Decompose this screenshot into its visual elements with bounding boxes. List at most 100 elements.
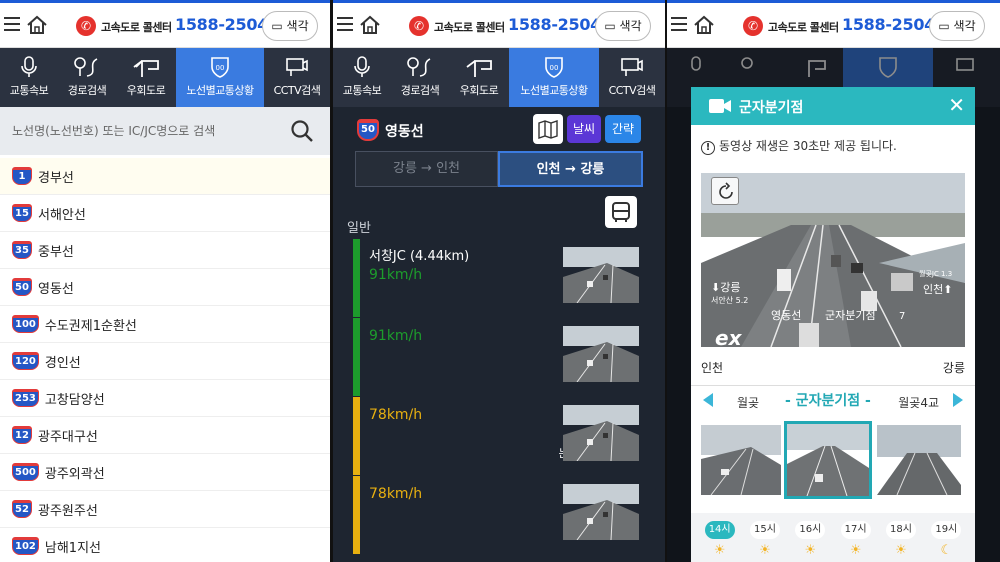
cctv-thumbnail[interactable] — [563, 405, 639, 461]
prev-camera[interactable]: 월곶 — [737, 394, 759, 411]
route-item[interactable]: 102 남해1지선 — [0, 528, 330, 562]
call-center-label: 고속도로 콜센터 — [434, 21, 505, 34]
route-search-bar: 노선명(노선번호) 또는 IC/JC명으로 검색 — [0, 107, 330, 155]
color-vision-button[interactable]: ▭ 색각 — [929, 11, 985, 41]
hour-item[interactable]: 14시 ☀ — [697, 521, 742, 562]
modal-header: 군자분기점 ✕ — [691, 87, 975, 125]
call-center-number[interactable]: 1588-2504 — [175, 15, 268, 34]
direction-toggle: 강릉 → 인천 인천 → 강릉 — [355, 151, 643, 187]
route-item[interactable]: 1 경부선 — [0, 158, 330, 195]
route-icon — [407, 57, 431, 77]
tab-route-search[interactable]: 경로검색 — [391, 48, 449, 107]
tab-route-traffic[interactable]: 00 노선별교통상황 — [176, 48, 264, 107]
direction-incheon-gangneung[interactable]: 인천 → 강릉 — [498, 151, 643, 187]
video-camera-icon — [709, 99, 731, 113]
camera-thumbnail[interactable] — [701, 425, 781, 495]
home-icon[interactable] — [693, 14, 715, 36]
hour-label: 15시 — [749, 521, 780, 539]
close-icon[interactable]: ✕ — [948, 93, 965, 117]
current-camera: - 군자분기점 - — [785, 393, 871, 409]
cctv-thumbnail[interactable] — [563, 484, 639, 540]
cam-number: 7 — [899, 311, 905, 322]
cam-sign-right: 인천⬆ — [923, 282, 952, 296]
congestion-bar — [353, 239, 360, 317]
weather-button[interactable]: 날씨 — [567, 115, 601, 143]
section-label: 일반 — [347, 221, 371, 236]
hour-item[interactable]: 18시 ☀ — [878, 521, 923, 562]
search-icon[interactable] — [290, 119, 314, 143]
tab-detour[interactable]: 우회도로 — [449, 48, 509, 107]
segment-item[interactable]: 78km/h논현교 — [369, 476, 649, 555]
hour-item[interactable]: 15시 ☀ — [742, 521, 787, 562]
route-name: 영동선 — [38, 281, 74, 297]
bus-icon — [612, 202, 630, 222]
cctv-thumbnail[interactable] — [563, 326, 639, 382]
hour-item[interactable]: 19시 ☾ — [924, 521, 969, 562]
route-item[interactable]: 35 중부선 — [0, 232, 330, 269]
call-center-number[interactable]: 1588-2504 — [508, 15, 601, 34]
cctv-thumbnail[interactable] — [563, 247, 639, 303]
route-item[interactable]: 253 고창담양선 — [0, 380, 330, 417]
hour-label: 17시 — [840, 521, 871, 539]
map-button[interactable] — [533, 114, 563, 144]
segment-item[interactable]: 91km/h서창 — [369, 318, 649, 397]
prev-arrow-icon[interactable] — [703, 393, 713, 407]
route-name: 경인선 — [44, 355, 81, 371]
hour-item[interactable]: 17시 ☀ — [833, 521, 878, 562]
home-icon[interactable] — [26, 14, 48, 36]
video-notice: ! 동영상 재생은 30초만 제공 됩니다. — [701, 137, 897, 155]
cctv-modal-screen: ✆ 고속도로 콜센터 1588-2504 ▭ 색각 군자분기점 ✕ ! 동영상 재… — [667, 0, 1000, 562]
microphone-icon — [21, 56, 37, 77]
route-number-shield: 100 — [12, 315, 39, 333]
tab-label: 교통속보 — [9, 84, 49, 97]
route-item[interactable]: 120 경인선 — [0, 343, 330, 380]
tab-route-traffic[interactable]: 00 노선별교통상황 — [509, 48, 599, 107]
next-arrow-icon[interactable] — [953, 393, 963, 407]
camera-thumbnail[interactable] — [877, 425, 961, 495]
cctv-icon — [621, 58, 643, 76]
refresh-button[interactable] — [711, 177, 739, 205]
main-tabs: 교통속보 경로검색 우회도로 00 노선별교통상황 CCTV검색 — [0, 48, 330, 107]
hour-item[interactable]: 16시 ☀ — [788, 521, 833, 562]
cctv-icon — [286, 58, 308, 76]
tab-traffic-news[interactable]: 교통속보 — [0, 48, 58, 107]
route-item[interactable]: 100 수도권제1순환선 — [0, 306, 330, 343]
detour-arrow-icon — [466, 60, 492, 77]
menu-icon[interactable] — [337, 17, 353, 31]
route-item[interactable]: 50 영동선 — [0, 269, 330, 306]
call-center-number[interactable]: 1588-2504 — [842, 15, 935, 34]
next-camera[interactable]: 월곶4교 — [898, 394, 939, 411]
direction-gangneung-incheon[interactable]: 강릉 → 인천 — [355, 151, 498, 187]
summary-button[interactable]: 간략 — [605, 115, 641, 143]
route-item[interactable]: 500 광주외곽선 — [0, 454, 330, 491]
segment-item[interactable]: 서창JC (4.44km)91km/h서창JC — [369, 239, 649, 318]
interchange-name: 서창JC (4.44km) — [369, 249, 470, 264]
cam-sign-left-sub: 서안산 5.2 — [711, 295, 748, 305]
route-search-input[interactable]: 노선명(노선번호) 또는 IC/JC명으로 검색 — [12, 122, 215, 139]
route-item[interactable]: 52 광주원주선 — [0, 491, 330, 528]
congestion-bar — [353, 397, 360, 475]
tab-label: 경로검색 — [400, 84, 440, 97]
tab-route-search[interactable]: 경로검색 — [58, 48, 116, 107]
route-icon — [74, 57, 98, 77]
menu-icon[interactable] — [671, 17, 687, 31]
tab-detour[interactable]: 우회도로 — [116, 48, 176, 107]
segment-item[interactable]: 78km/h논현육교 — [369, 397, 649, 476]
camera-thumbnail-selected[interactable] — [784, 421, 872, 499]
route-name: 광주외곽선 — [44, 466, 105, 482]
route-number-shield: 120 — [12, 352, 39, 370]
color-vision-button[interactable]: ▭ 색각 — [595, 11, 651, 41]
color-vision-button[interactable]: ▭ 색각 — [262, 11, 318, 41]
home-icon[interactable] — [359, 14, 381, 36]
route-item[interactable]: 12 광주대구선 — [0, 417, 330, 454]
bus-button[interactable] — [605, 196, 637, 228]
cctv-video[interactable]: ⬇강릉 서안산 5.2 영동선 군자분기점 7 인천⬆ 월곶JC 1.3 ex — [701, 173, 965, 347]
route-number-shield: 52 — [12, 500, 32, 518]
route-item[interactable]: 15 서해안선 — [0, 195, 330, 232]
tab-cctv-search[interactable]: CCTV검색 — [264, 48, 330, 107]
tab-traffic-news[interactable]: 교통속보 — [333, 48, 391, 107]
menu-icon[interactable] — [4, 17, 20, 31]
color-vision-label: 색각 — [619, 19, 642, 33]
tab-cctv-search[interactable]: CCTV검색 — [599, 48, 665, 107]
camera-thumbnails — [701, 421, 965, 499]
